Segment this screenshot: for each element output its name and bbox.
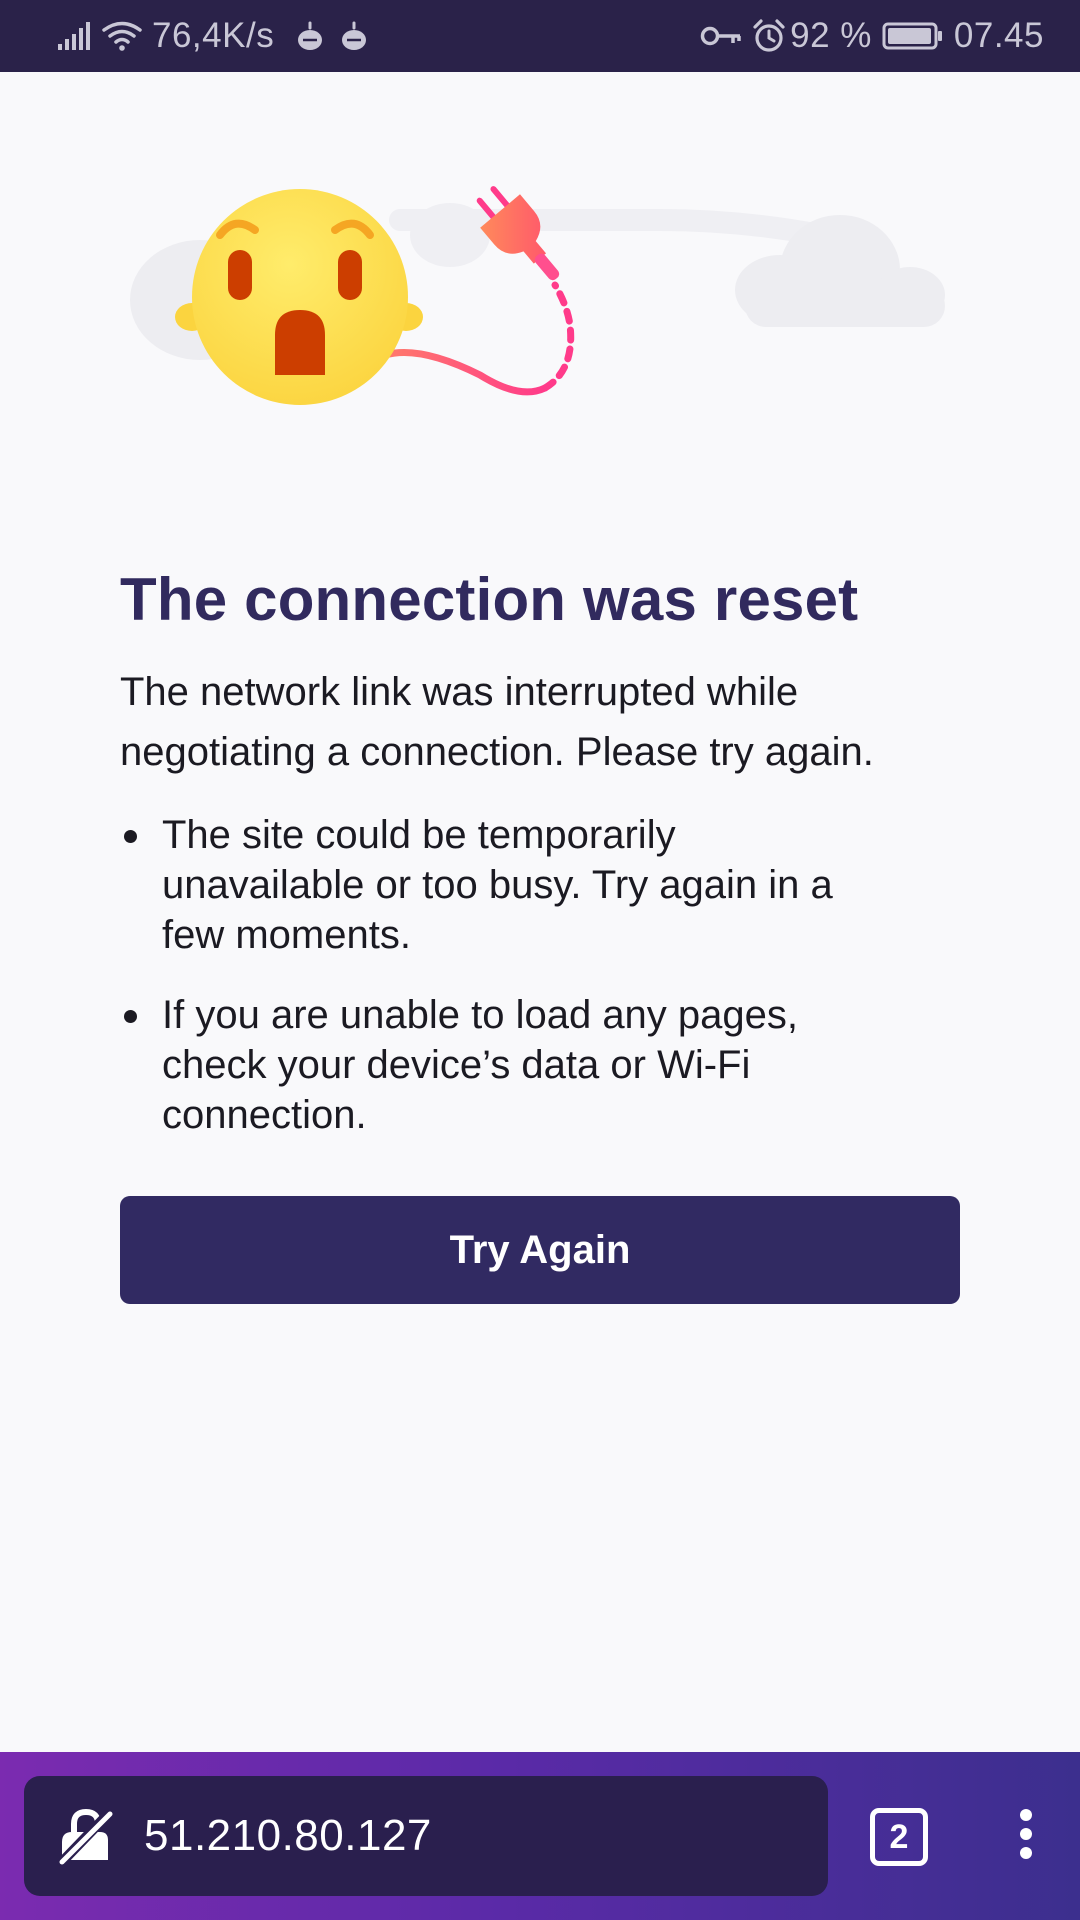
error-description: The network link was interrupted while n…	[120, 670, 874, 774]
tip-text: The site could be temporarily unavailabl…	[162, 813, 833, 957]
key-icon	[700, 24, 742, 48]
wifi-icon	[102, 21, 142, 51]
signal-icon	[58, 22, 92, 50]
insecure-connection-icon[interactable]	[56, 1806, 116, 1868]
url-bar[interactable]: 51.210.80.127	[24, 1776, 828, 1896]
network-speed: 76,4K/s	[152, 16, 275, 55]
shocked-face-icon	[175, 189, 423, 405]
url-text[interactable]: 51.210.80.127	[144, 1776, 432, 1896]
tip-text: If you are unable to load any pages, che…	[162, 993, 799, 1137]
status-bar-right: 92 % 07.45	[700, 0, 1044, 72]
status-bar-left: 76,4K/s	[58, 0, 378, 72]
list-item: The site could be temporarily unavailabl…	[120, 810, 882, 960]
battery-percentage: 92 %	[790, 16, 872, 55]
list-item: If you are unable to load any pages, che…	[120, 990, 882, 1140]
tabs-counter[interactable]: 2	[870, 1808, 928, 1866]
battery-icon	[882, 22, 944, 50]
menu-dot	[1020, 1808, 1032, 1821]
browser-toolbar: 51.210.80.127 2	[0, 1752, 1080, 1920]
try-again-button[interactable]: Try Again	[120, 1196, 960, 1304]
app-notification-icon	[340, 21, 368, 51]
error-illustration	[120, 175, 1000, 435]
bullet-icon	[124, 830, 137, 843]
menu-dot	[1020, 1827, 1032, 1840]
tips-list: The site could be temporarily unavailabl…	[120, 810, 960, 1140]
app-notification-icon	[296, 21, 324, 51]
more-menu-icon[interactable]	[1000, 1806, 1052, 1868]
error-content: The connection was reset The network lin…	[120, 560, 960, 1170]
error-title: The connection was reset	[120, 566, 859, 633]
status-bar: 76,4K/s 92 % 07.45	[0, 0, 1080, 72]
clock: 07.45	[953, 16, 1044, 55]
bullet-icon	[124, 1010, 137, 1023]
menu-dot	[1020, 1846, 1032, 1859]
alarm-icon	[752, 19, 786, 53]
